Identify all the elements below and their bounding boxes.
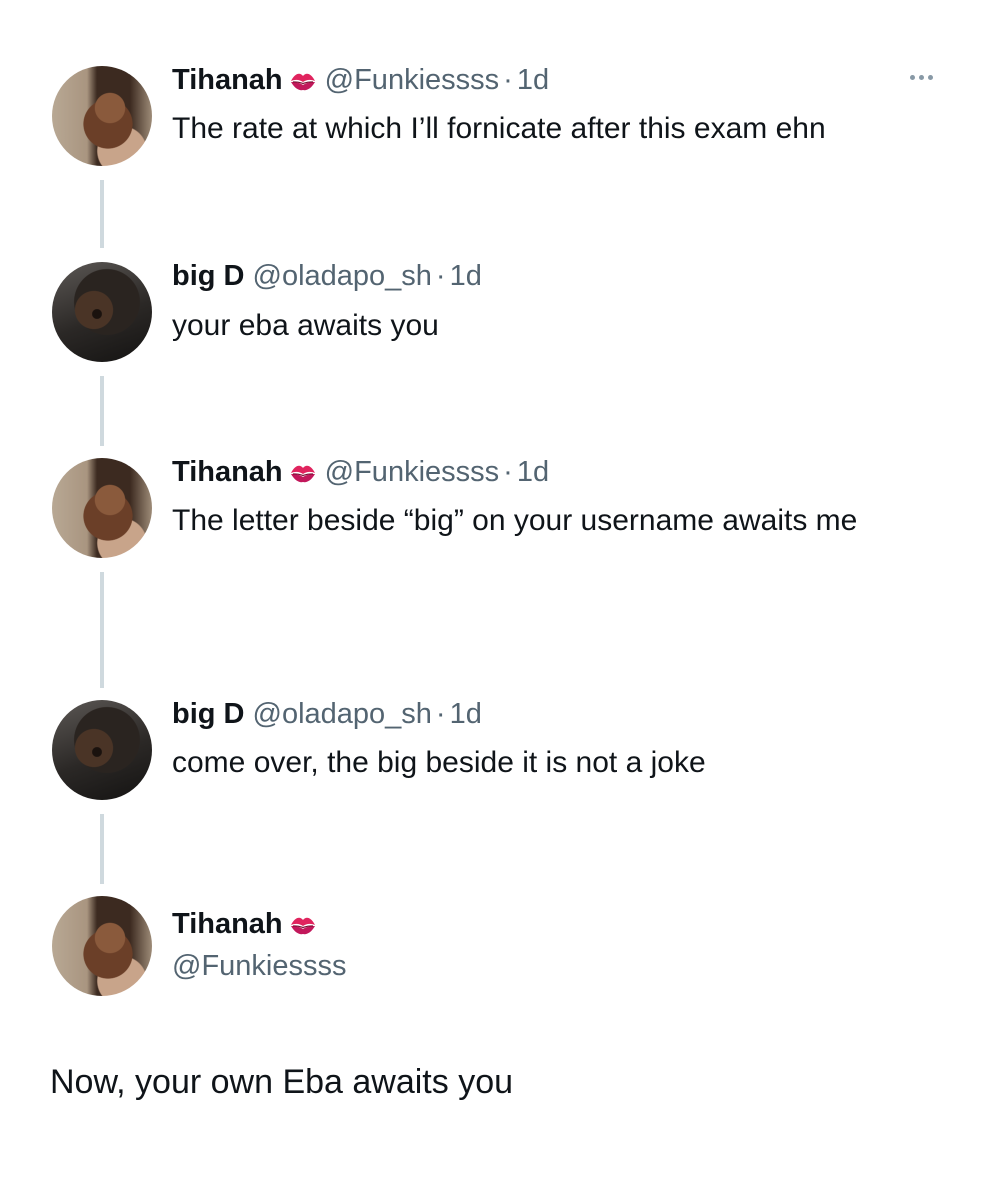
handle[interactable]: @oladapo_sh [253, 260, 432, 292]
avatar-tihanah[interactable] [52, 896, 152, 996]
timestamp[interactable]: 1d [450, 260, 482, 292]
main-tweet-text: Now, your own Eba awaits you [50, 1063, 514, 1101]
display-name[interactable]: big D [172, 260, 245, 292]
tweet-header: big D @oladapo_sh · 1d [172, 260, 482, 292]
tweet-header: Tihanah @Funkiessss · 1d [172, 456, 550, 488]
timestamp[interactable]: 1d [517, 456, 549, 488]
kiss-mark-icon [289, 457, 317, 483]
thread-connector [100, 814, 104, 884]
tweet-header: Tihanah @Funkiessss · 1d [172, 64, 550, 96]
avatar-tihanah[interactable] [52, 458, 152, 558]
thread-connector [100, 180, 104, 248]
kiss-mark-icon [289, 65, 317, 91]
tweet-text: The letter beside “big” on your username… [172, 504, 858, 537]
tweet-text: your eba awaits you [172, 309, 439, 342]
handle[interactable]: @Funkiessss [325, 456, 499, 488]
display-name[interactable]: Tihanah [172, 908, 283, 940]
handle[interactable]: @Funkiessss [325, 64, 499, 96]
handle[interactable]: @Funkiessss [172, 948, 346, 984]
thread-connector [100, 572, 104, 688]
timestamp[interactable]: 1d [517, 64, 549, 96]
display-name[interactable]: Tihanah [172, 64, 283, 96]
handle[interactable]: @oladapo_sh [253, 698, 432, 730]
tweet-header: big D @oladapo_sh · 1d [172, 698, 482, 730]
kiss-mark-icon [289, 909, 317, 935]
display-name[interactable]: Tihanah [172, 456, 283, 488]
thread-connector [100, 376, 104, 446]
tweet-thread: Tihanah @Funkiessss · 1d The rate at which … [0, 0, 984, 1200]
tweet-header: Tihanah [172, 906, 317, 942]
timestamp[interactable]: 1d [450, 698, 482, 730]
avatar-tihanah[interactable] [52, 66, 152, 166]
avatar-big-d[interactable] [52, 262, 152, 362]
more-options-icon[interactable] [904, 62, 938, 92]
tweet-text: come over, the big beside it is not a jo… [172, 746, 706, 779]
display-name[interactable]: big D [172, 698, 245, 730]
tweet-text: The rate at which I’ll fornicate after t… [172, 112, 826, 145]
avatar-big-d[interactable] [52, 700, 152, 800]
